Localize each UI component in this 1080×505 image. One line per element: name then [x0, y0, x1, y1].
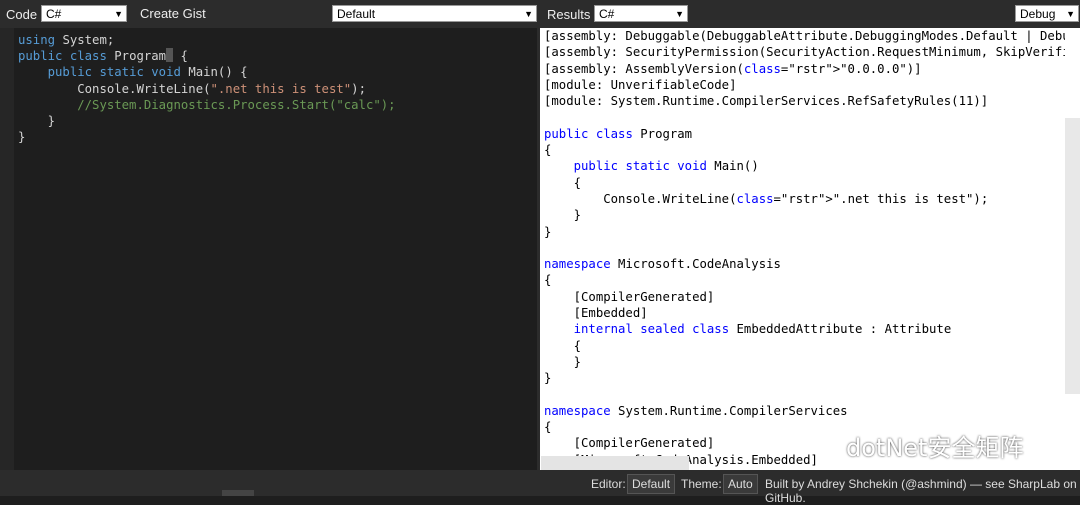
result-line: [Embedded] — [544, 306, 648, 321]
results-pane[interactable]: [assembly: Debuggable(DebuggableAttribut… — [540, 28, 1065, 470]
result-line: public class Program — [544, 126, 693, 141]
footer-handle — [222, 490, 254, 496]
result-line: [module: UnverifiableCode] — [544, 77, 737, 92]
result-line: { — [544, 338, 582, 353]
code-line: public static void Main() { — [47, 65, 248, 80]
result-line: namespace Microsoft.CodeAnalysis — [544, 257, 781, 272]
theme-button[interactable]: Auto — [723, 474, 758, 494]
create-gist-button[interactable]: Create Gist — [134, 4, 212, 24]
result-line: { — [544, 420, 552, 435]
result-line: Console.WriteLine(class="rstr">".net thi… — [544, 191, 989, 206]
mode-select[interactable]: Debug ▼ — [1015, 5, 1079, 22]
target-value: C# — [599, 7, 615, 21]
vertical-scrollbar-thumb[interactable] — [1065, 118, 1080, 394]
result-line: public static void Main() — [573, 159, 759, 174]
result-line: [CompilerGenerated] — [544, 436, 715, 451]
chevron-down-icon: ▼ — [524, 9, 533, 19]
footer: Editor: Default Theme: Auto Built by And… — [0, 470, 1080, 505]
branch-value: Default — [337, 7, 376, 21]
result-line: [CompilerGenerated] — [544, 289, 715, 304]
horizontal-scrollbar-thumb[interactable] — [541, 456, 689, 470]
theme-label: Theme: — [681, 477, 722, 491]
result-line: [assembly: SecurityPermission(SecurityAc… — [544, 45, 1065, 60]
result-line: } — [544, 224, 552, 239]
result-line: internal sealed class EmbeddedAttribute … — [573, 322, 952, 337]
toolbar: Code C# ▼ Create Gist Default ▼ Results … — [0, 0, 1080, 28]
code-text[interactable]: using System; public class Program { pub… — [18, 32, 396, 145]
language-select[interactable]: C# ▼ — [41, 5, 127, 22]
results-label: Results — [547, 7, 591, 22]
chevron-down-icon: ▼ — [675, 9, 684, 19]
code-label: Code — [6, 7, 38, 22]
code-line: public class Program { — [18, 48, 188, 64]
editor-mode-button[interactable]: Default — [627, 474, 676, 494]
result-line: namespace System.Runtime.CompilerService… — [544, 403, 848, 418]
code-line: Console.WriteLine(".net this is test"); — [77, 81, 366, 96]
mode-value: Debug — [1020, 7, 1056, 21]
code-editor[interactable]: using System; public class Program { pub… — [0, 28, 537, 470]
result-line: { — [544, 143, 552, 158]
watermark-text: dotNet安全矩阵 — [846, 434, 1024, 462]
code-line: } — [18, 130, 26, 145]
chevron-down-icon: ▼ — [1066, 9, 1075, 19]
result-line: { — [544, 273, 552, 288]
editor-label: Editor: — [591, 477, 626, 491]
result-line: } — [544, 208, 582, 223]
branch-select[interactable]: Default ▼ — [332, 5, 537, 22]
result-line: [assembly: Debuggable(DebuggableAttribut… — [544, 29, 1065, 43]
code-gutter — [0, 28, 14, 470]
target-select[interactable]: C# ▼ — [594, 5, 688, 22]
result-line: { — [544, 175, 582, 190]
wechat-icon — [807, 432, 836, 454]
code-line: using System; — [18, 33, 115, 47]
credit-text[interactable]: Built by Andrey Shchekin (@ashmind) — se… — [765, 477, 1080, 505]
results-text[interactable]: [assembly: Debuggable(DebuggableAttribut… — [544, 28, 1065, 470]
result-line: } — [544, 354, 582, 369]
result-line: [assembly: AssemblyVersion(class="rstr">… — [544, 61, 922, 76]
code-line: } — [18, 114, 56, 129]
result-line: } — [544, 371, 552, 386]
chevron-down-icon: ▼ — [114, 9, 123, 19]
result-line: [module: System.Runtime.CompilerServices… — [544, 94, 989, 109]
language-value: C# — [46, 7, 62, 21]
code-line: //System.Diagnostics.Process.Start("calc… — [77, 97, 396, 112]
